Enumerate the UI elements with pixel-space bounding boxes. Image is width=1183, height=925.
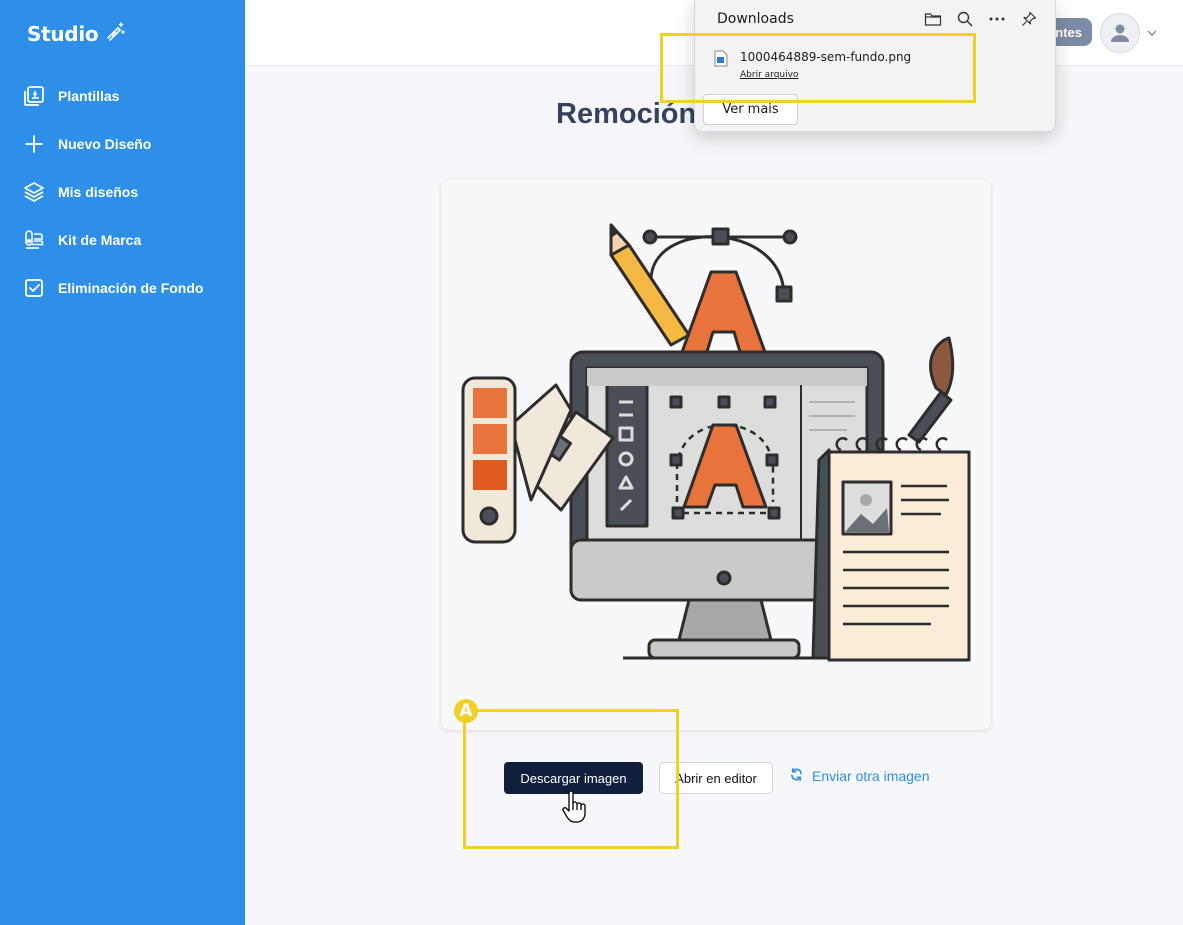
avatar[interactable] xyxy=(1100,13,1140,53)
sidebar-item-eliminacion-de-fondo[interactable]: Eliminación de Fondo xyxy=(0,264,245,312)
chevron-down-icon[interactable] xyxy=(1146,26,1158,44)
downloads-toolbar xyxy=(923,9,1039,29)
app-name: Studio xyxy=(27,21,99,46)
sidebar-item-plantillas[interactable]: Plantillas xyxy=(0,72,245,120)
sidebar-item-label: Plantillas xyxy=(58,88,120,104)
sidebar-item-nuevo-diseno[interactable]: Nuevo Diseño xyxy=(0,120,245,168)
annotation-badge: A xyxy=(454,699,478,723)
app-logo[interactable]: Studio xyxy=(27,20,126,47)
more-options-icon[interactable] xyxy=(987,9,1007,29)
sidebar-item-label: Mis diseños xyxy=(58,184,139,200)
header-pill-label: ntes xyxy=(1055,24,1082,40)
annotation-box-download-button xyxy=(463,709,679,849)
sidebar-item-label: Kit de Marca xyxy=(58,232,142,248)
sidebar-item-label: Nuevo Diseño xyxy=(58,136,152,152)
user-icon xyxy=(1111,24,1129,42)
sidebar: Studio Plantillas Nuevo Diseño Mis diseñ… xyxy=(0,0,245,925)
image-preview-card xyxy=(441,180,991,730)
sidebar-nav: Plantillas Nuevo Diseño Mis diseños Kit … xyxy=(0,72,245,312)
refresh-icon xyxy=(790,768,803,784)
sidebar-item-mis-disenos[interactable]: Mis diseños xyxy=(0,168,245,216)
annotation-box-download-item xyxy=(660,33,976,103)
checkbox-icon xyxy=(23,277,45,299)
sidebar-item-kit-de-marca[interactable]: Kit de Marca xyxy=(0,216,245,264)
plus-icon xyxy=(23,133,45,155)
design-illustration xyxy=(461,223,971,662)
downloads-title: Downloads xyxy=(717,11,794,27)
templates-icon xyxy=(23,85,45,107)
search-icon[interactable] xyxy=(955,9,975,29)
folder-icon[interactable] xyxy=(923,9,943,29)
sidebar-item-label: Eliminación de Fondo xyxy=(58,280,204,296)
brand-kit-icon xyxy=(23,229,45,251)
pin-icon[interactable] xyxy=(1019,9,1039,29)
send-other-image-link[interactable]: Enviar otra imagen xyxy=(790,768,930,784)
hand-cursor-icon xyxy=(561,790,587,828)
layers-icon xyxy=(23,181,45,203)
send-other-image-label: Enviar otra imagen xyxy=(812,768,930,784)
magic-wand-icon xyxy=(104,20,126,47)
